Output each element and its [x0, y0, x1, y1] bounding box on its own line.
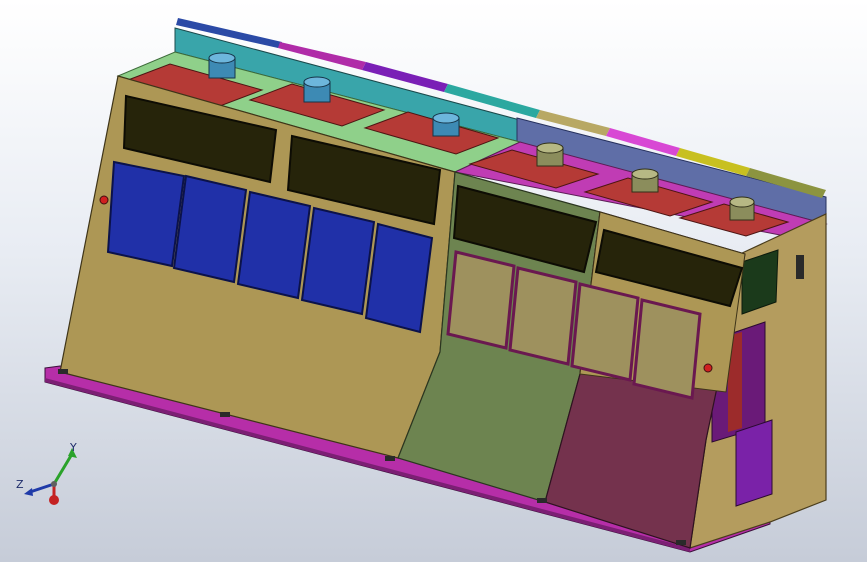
z-axis-arrow-icon [24, 488, 33, 496]
fan-6 [729, 196, 755, 221]
indicator-light-right [703, 363, 713, 373]
base-foot-1 [58, 369, 68, 374]
z-axis-label: Z [16, 478, 24, 491]
blue-window-4 [300, 206, 376, 316]
y-axis-icon [52, 453, 74, 485]
fan-4 [536, 142, 564, 167]
base-foot-4 [537, 498, 547, 503]
fan-5 [631, 168, 659, 193]
blue-window-5 [364, 222, 434, 334]
base-foot-3 [385, 456, 395, 461]
fan-3 [432, 112, 460, 137]
indicator-light-left [99, 195, 109, 205]
blue-window-1 [106, 160, 186, 268]
fan-2 [303, 76, 331, 103]
z-axis-icon [29, 482, 55, 494]
side-door-lower [735, 419, 773, 507]
khaki-window-3 [570, 282, 640, 382]
cabinet-3d-model[interactable] [0, 0, 867, 562]
side-vent [796, 255, 804, 279]
blue-window-2 [172, 174, 248, 284]
khaki-window-1 [446, 250, 516, 350]
base-foot-2 [220, 412, 230, 417]
y-axis-label: Y [69, 441, 77, 454]
coordinate-triad: Y Z [16, 441, 77, 505]
blue-window-3 [236, 190, 312, 300]
base-foot-5 [676, 540, 686, 545]
x-axis-icon [49, 495, 59, 505]
fan-1 [208, 52, 236, 79]
cad-viewport[interactable]: Y Z [0, 0, 867, 562]
khaki-window-4 [632, 298, 702, 400]
khaki-window-2 [508, 266, 578, 366]
